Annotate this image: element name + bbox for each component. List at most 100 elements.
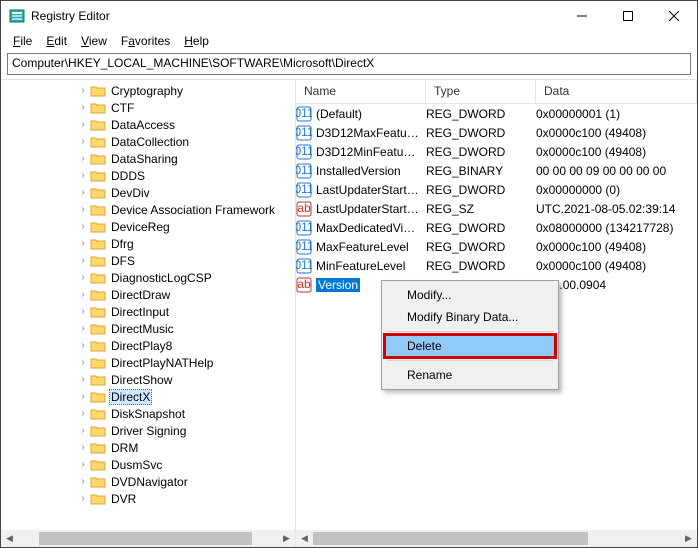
maximize-button[interactable] — [605, 1, 651, 31]
menu-favorites[interactable]: Favorites — [115, 32, 176, 50]
ctx-modify[interactable]: Modify... — [385, 284, 555, 306]
tree-item[interactable]: Device Association Framework — [1, 201, 295, 218]
expand-icon[interactable] — [77, 255, 89, 266]
expand-icon[interactable] — [77, 187, 89, 198]
col-data[interactable]: Data — [536, 80, 697, 103]
scroll-right-icon[interactable]: ▶ — [278, 530, 295, 547]
tree-item[interactable]: DevDiv — [1, 184, 295, 201]
col-type[interactable]: Type — [426, 80, 536, 103]
expand-icon[interactable] — [77, 153, 89, 164]
expand-icon[interactable] — [77, 374, 89, 385]
tree-item[interactable]: DiagnosticLogCSP — [1, 269, 295, 286]
tree-item[interactable]: DiskSnapshot — [1, 405, 295, 422]
expand-icon[interactable] — [77, 289, 89, 300]
menu-view[interactable]: View — [75, 32, 113, 50]
tree-item[interactable]: Dfrg — [1, 235, 295, 252]
value-row[interactable]: abLastUpdaterStart…REG_SZUTC.2021-08-05.… — [296, 199, 697, 218]
folder-icon — [90, 373, 106, 387]
tree-item[interactable]: DusmSvc — [1, 456, 295, 473]
value-row[interactable]: 011MaxFeatureLevelREG_DWORD0x0000c100 (4… — [296, 237, 697, 256]
menu-file[interactable]: File — [7, 32, 38, 50]
folder-icon — [90, 424, 106, 438]
expand-icon[interactable] — [77, 221, 89, 232]
address-bar[interactable]: Computer\HKEY_LOCAL_MACHINE\SOFTWARE\Mic… — [7, 53, 691, 75]
tree-item[interactable]: DirectMusic — [1, 320, 295, 337]
ctx-modify-binary[interactable]: Modify Binary Data... — [385, 306, 555, 328]
tree-item[interactable]: DFS — [1, 252, 295, 269]
scroll-left-icon[interactable]: ◀ — [296, 530, 313, 547]
expand-icon[interactable] — [77, 476, 89, 487]
value-name: D3D12MaxFeatu… — [316, 126, 419, 140]
tree-item[interactable]: DVDNavigator — [1, 473, 295, 490]
tree-item[interactable]: DirectInput — [1, 303, 295, 320]
folder-icon — [90, 237, 106, 251]
col-name[interactable]: Name — [296, 80, 426, 103]
tree-item[interactable]: DeviceReg — [1, 218, 295, 235]
folder-icon — [90, 84, 106, 98]
close-button[interactable] — [651, 1, 697, 31]
tree-item[interactable]: Cryptography — [1, 82, 295, 99]
tree-item[interactable]: DataAccess — [1, 116, 295, 133]
tree-item[interactable]: Driver Signing — [1, 422, 295, 439]
expand-icon[interactable] — [77, 340, 89, 351]
tree-item-label: DDDS — [109, 169, 147, 183]
tree-item-label: Dfrg — [109, 237, 136, 251]
scroll-left-icon[interactable]: ◀ — [1, 530, 18, 547]
tree-hscrollbar[interactable]: ◀ ▶ — [1, 530, 295, 547]
tree-item[interactable]: DataSharing — [1, 150, 295, 167]
tree-item-label: DiskSnapshot — [109, 407, 187, 421]
expand-icon[interactable] — [77, 136, 89, 147]
value-data: 0x00000001 (1) — [536, 107, 697, 121]
window-title: Registry Editor — [31, 9, 559, 23]
tree-item-label: DataCollection — [109, 135, 191, 149]
tree-item[interactable]: DirectDraw — [1, 286, 295, 303]
column-headers: Name Type Data — [296, 80, 697, 104]
menu-help[interactable]: Help — [178, 32, 215, 50]
expand-icon[interactable] — [77, 170, 89, 181]
ctx-rename[interactable]: Rename — [385, 364, 555, 386]
value-data: 0x00000000 (0) — [536, 183, 697, 197]
tree-item[interactable]: DirectPlay8 — [1, 337, 295, 354]
tree-item[interactable]: DirectPlayNATHelp — [1, 354, 295, 371]
value-row[interactable]: 011MaxDedicatedVi…REG_DWORD0x08000000 (1… — [296, 218, 697, 237]
menu-edit[interactable]: Edit — [40, 32, 73, 50]
expand-icon[interactable] — [77, 442, 89, 453]
expand-icon[interactable] — [77, 204, 89, 215]
value-row[interactable]: 011InstalledVersionREG_BINARY00 00 00 09… — [296, 161, 697, 180]
ctx-delete[interactable]: Delete — [385, 335, 555, 357]
expand-icon[interactable] — [77, 459, 89, 470]
expand-icon[interactable] — [77, 357, 89, 368]
value-row[interactable]: 011LastUpdaterStart…REG_DWORD0x00000000 … — [296, 180, 697, 199]
tree-item[interactable]: DDDS — [1, 167, 295, 184]
expand-icon[interactable] — [77, 102, 89, 113]
expand-icon[interactable] — [77, 85, 89, 96]
expand-icon[interactable] — [77, 391, 89, 402]
tree-item[interactable]: DRM — [1, 439, 295, 456]
value-row[interactable]: 011(Default)REG_DWORD0x00000001 (1) — [296, 104, 697, 123]
tree-item[interactable]: DataCollection — [1, 133, 295, 150]
tree-item[interactable]: DirectShow — [1, 371, 295, 388]
value-row[interactable]: 011D3D12MinFeatu…REG_DWORD0x0000c100 (49… — [296, 142, 697, 161]
folder-icon — [90, 203, 106, 217]
values-hscrollbar[interactable]: ◀ ▶ — [296, 530, 697, 547]
expand-icon[interactable] — [77, 425, 89, 436]
expand-icon[interactable] — [77, 306, 89, 317]
tree-item[interactable]: DVR — [1, 490, 295, 507]
expand-icon[interactable] — [77, 119, 89, 130]
minimize-button[interactable] — [559, 1, 605, 31]
value-row[interactable]: 011D3D12MaxFeatu…REG_DWORD0x0000c100 (49… — [296, 123, 697, 142]
tree-item[interactable]: CTF — [1, 99, 295, 116]
expand-icon[interactable] — [77, 272, 89, 283]
tree-item[interactable]: DirectX — [1, 388, 295, 405]
value-name: Version — [316, 278, 360, 292]
tree-item-label: DirectInput — [109, 305, 171, 319]
value-data: 4.09.00.0904 — [536, 278, 697, 292]
scroll-right-icon[interactable]: ▶ — [680, 530, 697, 547]
expand-icon[interactable] — [77, 408, 89, 419]
value-row[interactable]: 011MinFeatureLevelREG_DWORD0x0000c100 (4… — [296, 256, 697, 275]
tree-scroll[interactable]: CryptographyCTFDataAccessDataCollectionD… — [1, 80, 295, 530]
value-data: 0x0000c100 (49408) — [536, 240, 697, 254]
expand-icon[interactable] — [77, 238, 89, 249]
expand-icon[interactable] — [77, 493, 89, 504]
expand-icon[interactable] — [77, 323, 89, 334]
